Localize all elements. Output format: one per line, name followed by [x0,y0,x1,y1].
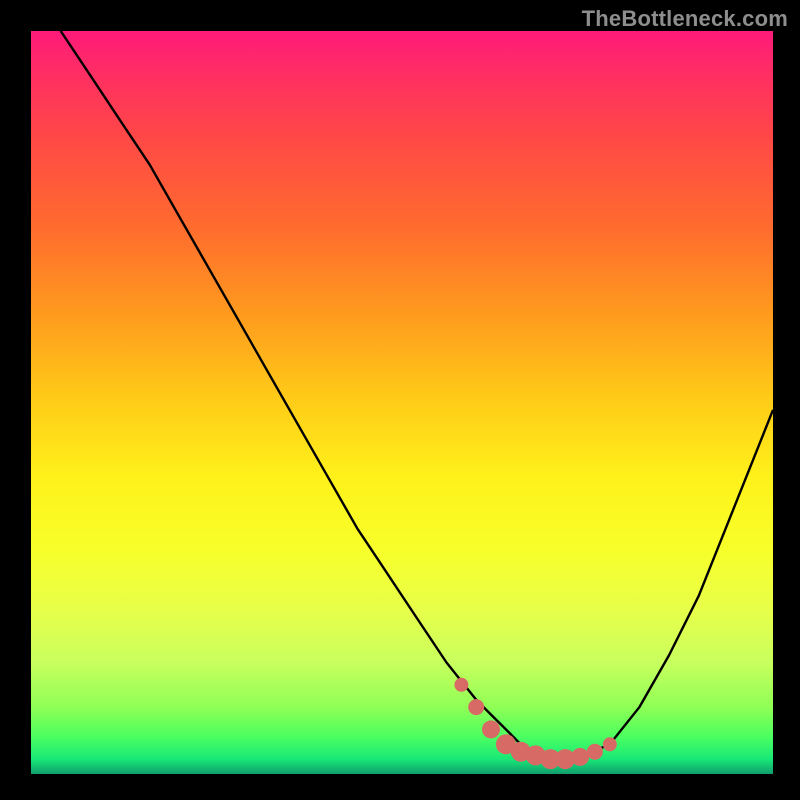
highlight-dot [587,744,603,760]
highlight-dot [571,748,589,766]
highlight-dot [603,737,617,751]
chart-svg [31,31,773,774]
highlight-dot [468,699,484,715]
highlight-dots [454,678,616,769]
watermark-text: TheBottleneck.com [582,6,788,32]
highlight-dot [454,678,468,692]
bottleneck-curve [61,31,773,759]
plot-area [31,31,773,774]
chart-frame: TheBottleneck.com [0,0,800,800]
highlight-dot [482,720,500,738]
